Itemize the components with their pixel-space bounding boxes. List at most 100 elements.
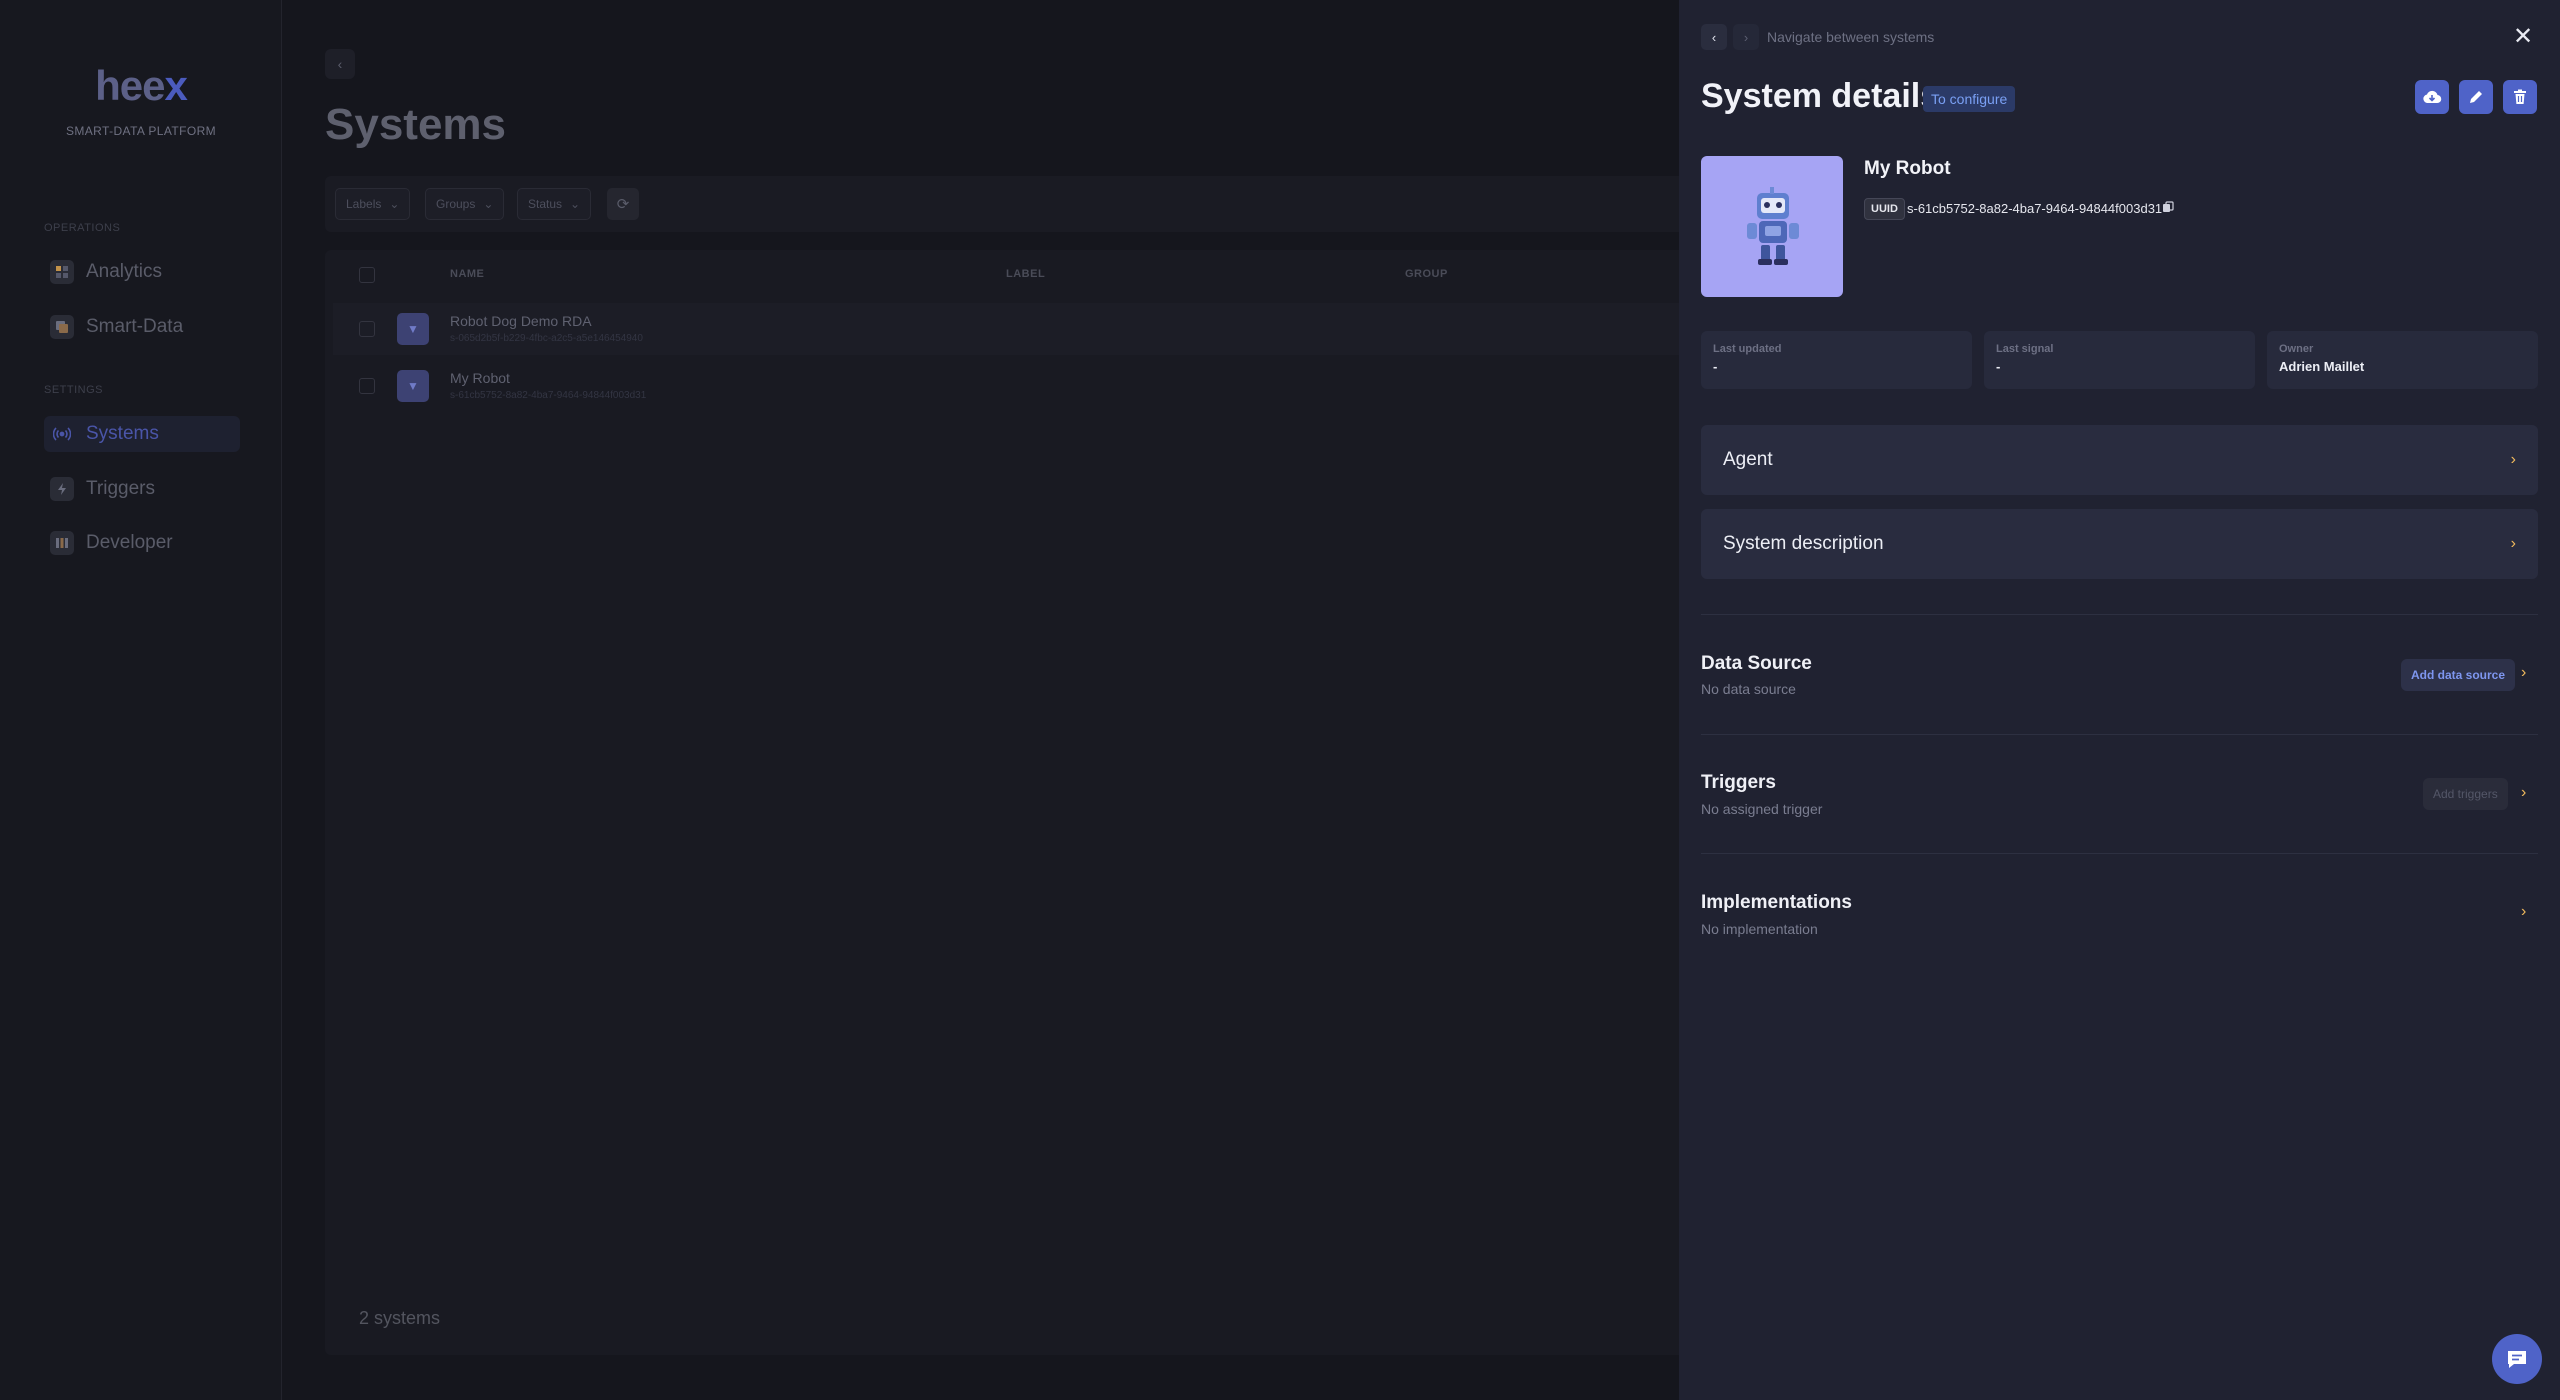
sidebar-item-label: Developer [86,532,173,553]
cloud-download-icon [2423,90,2442,104]
last-signal-value: - [1996,359,2001,374]
chevron-right-icon: › [1743,29,1749,45]
last-signal-label: Last signal [1996,343,2054,355]
system-avatar: ▼ [397,313,429,345]
sidebar-item-label: Smart-Data [86,316,184,337]
system-name: My Robot [450,370,510,386]
add-triggers-button[interactable]: Add triggers [2423,778,2508,810]
sidebar-item-label: Analytics [86,261,163,282]
nav-section-operations: OPERATIONS [44,222,121,234]
divider [1701,853,2538,854]
system-id: s-065d2b5f-b229-4fbc-a2c5-a5e146454940 [450,333,643,344]
last-updated-label: Last updated [1713,343,1782,355]
system-name: Robot Dog Demo RDA [450,313,592,329]
sidebar-item-smart-data[interactable]: Smart-Data [44,309,240,345]
page-title: Systems [325,100,507,149]
developer-icon [50,531,74,555]
chat-support-button[interactable] [2492,1334,2542,1384]
groups-filter[interactable]: Groups ⌄ [425,188,505,220]
main-content: ‹ Systems Labels ⌄ Groups ⌄ Status ⌄ ⟳ NAME… [283,0,1725,1400]
system-description-accordion[interactable]: System description › [1701,509,2538,579]
chat-icon [2508,1351,2526,1368]
column-header-label[interactable]: LABEL [1006,268,1045,280]
previous-system-button[interactable]: ‹ [1701,24,1727,50]
select-all-checkbox[interactable] [359,267,375,283]
sidebar-item-developer[interactable]: Developer [44,525,240,561]
row-checkbox[interactable] [359,321,375,337]
triggers-subtitle: No assigned trigger [1701,801,1823,817]
refresh-icon: ⟳ [616,196,630,213]
divider [1701,734,2538,735]
chevron-right-icon[interactable]: › [2521,784,2526,802]
edit-button[interactable] [2459,80,2493,114]
system-details-panel: ‹ › Navigate between systems ✕ System de… [1679,0,2560,1400]
systems-icon [50,422,74,446]
add-data-source-button[interactable]: Add data source [2401,659,2516,691]
nav-section-settings: SETTINGS [44,384,104,396]
trash-icon [2514,89,2526,104]
table-row[interactable]: ▼ My Robot s-61cb5752-8a82-4ba7-9464-948… [333,360,1725,412]
filter-bar: Labels ⌄ Groups ⌄ Status ⌄ ⟳ [325,176,1725,232]
column-header-name[interactable]: NAME [450,268,484,280]
chevron-down-icon: ⌄ [483,197,494,211]
data-source-subtitle: No data source [1701,681,1796,697]
next-system-button[interactable]: › [1733,24,1759,50]
last-updated-card: Last updated - [1701,331,1972,389]
chevron-right-icon[interactable]: › [2521,903,2526,921]
system-name: My Robot [1864,158,1951,179]
sidebar-item-label: Systems [86,423,159,444]
owner-card: Owner Adrien Maillet [2267,331,2538,389]
chevron-right-icon: › [2510,535,2516,552]
divider [1701,614,2538,615]
robot-image [1701,156,1843,297]
implementations-subtitle: No implementation [1701,921,1818,937]
system-description-label: System description [1723,533,1884,554]
table-row[interactable]: ▼ Robot Dog Demo RDA s-065d2b5f-b229-4fb… [333,303,1725,355]
agent-accordion[interactable]: Agent › [1701,425,2538,495]
smart-data-icon [50,315,74,339]
system-id: s-61cb5752-8a82-4ba7-9464-94844f003d31 [450,390,647,401]
chevron-right-icon: › [2510,451,2516,468]
pencil-icon [2470,91,2482,103]
copy-icon[interactable] [2162,200,2174,218]
chevron-down-icon: ⌄ [389,197,400,211]
chevron-left-icon: ‹ [1711,29,1717,45]
last-signal-card: Last signal - [1984,331,2255,389]
triggers-title: Triggers [1701,772,1776,793]
chevron-down-icon: ⌄ [570,197,581,211]
owner-label: Owner [2279,343,2314,355]
panel-title: System details [1701,77,1940,115]
refresh-button[interactable]: ⟳ [607,188,639,220]
sidebar-item-systems[interactable]: Systems [44,416,240,452]
sidebar-item-triggers[interactable]: Triggers [44,471,240,507]
delete-button[interactable] [2503,80,2537,114]
back-button[interactable]: ‹ [325,49,355,79]
uuid-label: UUID [1864,198,1905,220]
owner-value: Adrien Maillet [2279,359,2365,374]
sidebar: heex SMART-DATA PLATFORM OPERATIONS Anal… [0,0,282,1400]
navigate-hint: Navigate between systems [1767,29,1935,45]
heex-logo[interactable]: heex [0,62,282,110]
last-updated-value: - [1713,359,1718,374]
close-icon[interactable]: ✕ [2513,22,2533,51]
labels-filter[interactable]: Labels ⌄ [335,188,411,220]
data-source-title: Data Source [1701,653,1812,674]
column-header-group[interactable]: GROUP [1405,268,1448,280]
sidebar-item-label: Triggers [86,478,155,499]
agent-label: Agent [1723,449,1773,470]
logo-subtitle: SMART-DATA PLATFORM [65,124,217,138]
system-avatar: ▼ [397,370,429,402]
download-button[interactable] [2415,80,2449,114]
chevron-left-icon: ‹ [337,56,343,72]
systems-table: NAME LABEL GROUP ▼ Robot Dog Demo RDA s-… [325,250,1725,1355]
implementations-title: Implementations [1701,892,1852,913]
row-checkbox[interactable] [359,378,375,394]
status-badge: To configure [1923,86,2016,112]
analytics-icon [50,260,74,284]
uuid-value: s-61cb5752-8a82-4ba7-9464-94844f003d31 [1907,201,2163,216]
triggers-icon [50,477,74,501]
sidebar-item-analytics[interactable]: Analytics [44,254,240,290]
status-filter[interactable]: Status ⌄ [517,188,592,220]
systems-count: 2 systems [359,1308,441,1328]
chevron-right-icon[interactable]: › [2521,664,2526,682]
